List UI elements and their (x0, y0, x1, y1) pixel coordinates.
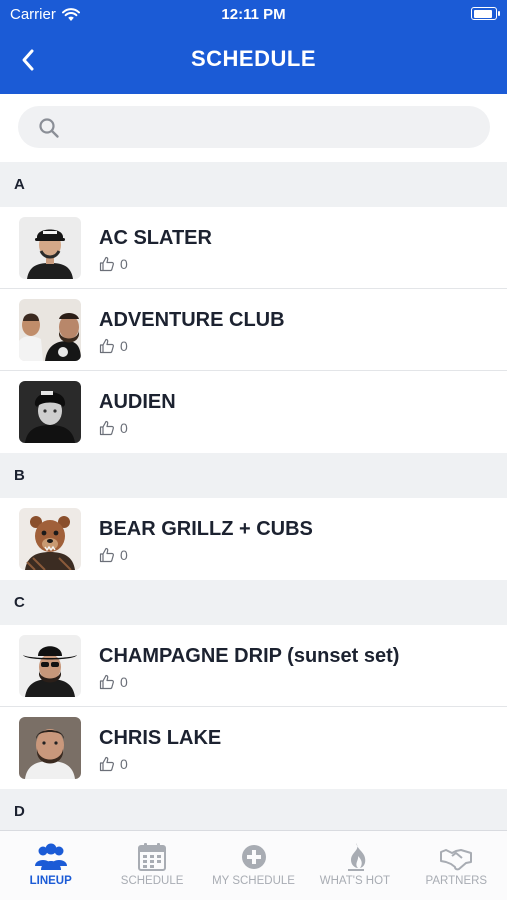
nav-bar: SCHEDULE (0, 30, 507, 94)
tab-whats-hot[interactable]: WHAT'S HOT (304, 831, 405, 900)
likes[interactable]: 0 (99, 756, 128, 772)
likes-count: 0 (120, 256, 128, 272)
tab-label: MY SCHEDULE (212, 875, 295, 887)
tab-label: WHAT'S HOT (319, 875, 391, 887)
status-time: 12:11 PM (221, 6, 286, 23)
artist-row-chris-lake[interactable]: CHRIS LAKE 0 (0, 707, 507, 789)
artist-name: ADVENTURE CLUB (99, 309, 285, 331)
battery-icon (471, 7, 500, 20)
likes-count: 0 (120, 674, 128, 690)
section-header-a: A (0, 162, 507, 207)
tab-my-schedule[interactable]: MY SCHEDULE (203, 831, 304, 900)
likes[interactable]: 0 (99, 338, 128, 354)
plus-circle-icon (241, 845, 266, 869)
tab-bar: LINEUP SCHEDULE MY SCHEDULE WHAT'S HOT P… (0, 830, 507, 900)
artist-name: AUDIEN (99, 391, 176, 413)
artist-name: BEAR GRILLZ + CUBS (99, 518, 313, 540)
artist-row-audien[interactable]: AUDIEN 0 (0, 371, 507, 453)
artist-name: CHAMPAGNE DRIP (sunset set) (99, 645, 400, 667)
search-area (0, 94, 507, 162)
artist-row-bear-grillz[interactable]: BEAR GRILLZ + CUBS 0 (0, 498, 507, 580)
search-box[interactable] (18, 106, 490, 148)
artist-row-champagne-drip[interactable]: CHAMPAGNE DRIP (sunset set) 0 (0, 625, 507, 707)
search-input[interactable] (72, 106, 474, 148)
tab-lineup[interactable]: LINEUP (0, 831, 101, 900)
artist-row-adventure-club[interactable]: ADVENTURE CLUB 0 (0, 289, 507, 371)
avatar (19, 508, 81, 570)
likes-count: 0 (120, 338, 128, 354)
likes[interactable]: 0 (99, 256, 128, 272)
thumbs-up-icon (99, 338, 114, 354)
thumbs-up-icon (99, 674, 114, 690)
likes[interactable]: 0 (99, 674, 128, 690)
section-header-b: B (0, 453, 507, 498)
calendar-icon (138, 843, 167, 871)
page-title: SCHEDULE (190, 46, 316, 71)
flame-icon (347, 843, 366, 871)
artist-name: CHRIS LAKE (99, 727, 222, 749)
section-header-d: D (0, 789, 507, 830)
artist-list: A AC SLATER 0 ADVENTURE CLUB 0 AUDIEN 0 … (0, 162, 507, 830)
likes[interactable]: 0 (99, 547, 128, 563)
status-bar: Carrier 12:11 PM (0, 0, 507, 30)
section-header-c: C (0, 580, 507, 625)
artist-name: AC SLATER (99, 227, 212, 249)
tab-label: SCHEDULE (120, 875, 184, 887)
thumbs-up-icon (99, 256, 114, 272)
thumbs-up-icon (99, 756, 114, 772)
avatar (19, 717, 81, 779)
avatar (19, 635, 81, 697)
thumbs-up-icon (99, 420, 114, 436)
thumbs-up-icon (99, 547, 114, 563)
handshake-icon (440, 849, 473, 871)
top-bar: Carrier 12:11 PM SCHEDULE (0, 0, 507, 94)
battery-fill (473, 9, 492, 18)
tab-label: PARTNERS (425, 875, 488, 887)
avatar (19, 217, 81, 279)
avatar (19, 299, 81, 361)
search-icon (39, 118, 59, 138)
tab-schedule[interactable]: SCHEDULE (101, 831, 202, 900)
likes-count: 0 (120, 756, 128, 772)
avatar (19, 381, 81, 443)
likes-count: 0 (120, 547, 128, 563)
likes-count: 0 (120, 420, 128, 436)
likes[interactable]: 0 (99, 420, 128, 436)
people-icon (34, 843, 67, 870)
artist-row-ac-slater[interactable]: AC SLATER 0 (0, 207, 507, 289)
tab-partners[interactable]: PARTNERS (406, 831, 507, 900)
tab-label: LINEUP (29, 875, 72, 887)
